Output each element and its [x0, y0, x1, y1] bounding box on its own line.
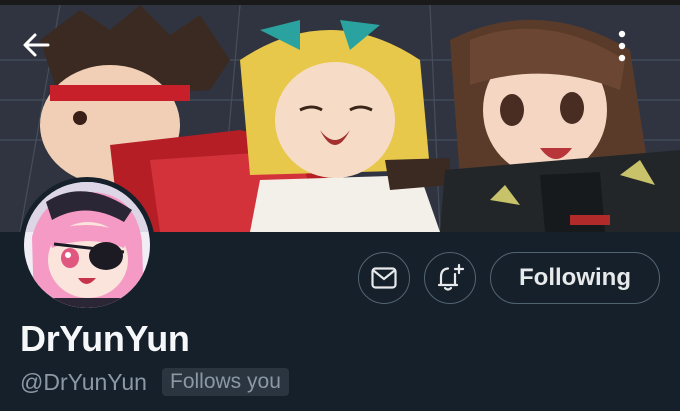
avatar-frame — [19, 177, 155, 313]
avatar-image — [24, 182, 150, 308]
display-name: DrYunYun — [20, 318, 190, 359]
vertical-ellipsis-icon — [618, 30, 626, 62]
envelope-icon — [371, 267, 397, 289]
follows-you-badge: Follows you — [162, 368, 289, 396]
arrow-left-icon — [23, 33, 50, 57]
avatar[interactable] — [24, 182, 150, 308]
notifications-button[interactable] — [424, 252, 476, 304]
back-button[interactable] — [22, 32, 62, 72]
more-options-button[interactable] — [618, 30, 654, 74]
following-button[interactable]: Following — [490, 252, 660, 304]
message-button[interactable] — [358, 252, 410, 304]
user-handle: @DrYunYun — [20, 369, 147, 395]
bell-plus-icon — [437, 263, 465, 291]
